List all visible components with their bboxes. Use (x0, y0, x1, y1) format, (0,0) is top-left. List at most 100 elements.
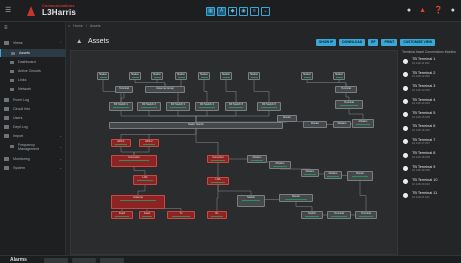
diagram-node[interactable]: Modem (247, 155, 267, 163)
print-button[interactable]: PRINT (381, 39, 398, 46)
diagram-node-label: Modem (358, 120, 368, 123)
diagram-node[interactable]: HPA 1 (111, 139, 131, 147)
legend-list: TB Terminal 1 10.128.11.001 TB Terminal 21… (402, 57, 459, 204)
legend-item[interactable]: TB Terminal 9 10.128.19.009 (402, 165, 459, 178)
legend-item[interactable]: TB Terminal 10 10.128.20.010 (402, 178, 459, 191)
diagram-node[interactable]: RF Switch 2 (137, 102, 161, 111)
diagram-node[interactable]: Modem (324, 171, 342, 179)
diagram-node[interactable]: Antenna (111, 195, 165, 209)
eye-icon[interactable]: ◉ (239, 7, 248, 16)
alarm-tab[interactable] (100, 257, 124, 263)
show-ip-button[interactable]: SHOW IP (316, 39, 337, 46)
diagram-node[interactable]: Modem (333, 121, 351, 128)
tag-icon[interactable]: ◆ (228, 7, 237, 16)
user-icon[interactable]: ● (451, 7, 455, 14)
menu-icon[interactable]: ≡ (4, 25, 8, 31)
sidebar-item-label: Frequency Management (18, 142, 39, 151)
sidebar-item-active-circuits[interactable]: Active Circuits (0, 67, 66, 75)
sidebar-item-users[interactable]: Users (0, 114, 66, 122)
diagram-node[interactable]: Router (347, 171, 373, 181)
diagram-node[interactable]: RF Switch 1 (109, 102, 133, 111)
legend-item[interactable]: TB Terminal 4 10.128.14.004 (402, 98, 459, 111)
diagram-node[interactable]: LNA (207, 177, 229, 185)
home-icon[interactable]: ⌂ (68, 24, 70, 28)
diagram-node[interactable]: Modem (352, 119, 374, 128)
diagram-node[interactable]: RF Switch 6 (257, 102, 281, 111)
diagram-node[interactable]: Converter (111, 155, 157, 167)
legend-item[interactable]: TB Terminal 7 10.128.17.007 (402, 138, 459, 151)
diagram-node[interactable]: Station (97, 72, 109, 80)
sidebar-item-system[interactable]: System ⌄ (0, 164, 66, 172)
legend-item[interactable]: TB Terminal 11 10.128.21.011 (402, 191, 459, 204)
sidebar-item-assets[interactable]: Assets (0, 49, 66, 57)
help-icon[interactable]: ❓ (434, 6, 443, 14)
notifications-icon[interactable]: ● (407, 7, 411, 14)
legend-item[interactable]: TB Terminal 8 10.128.18.008 (402, 151, 459, 164)
chevron-icon[interactable]: ⌄ (261, 7, 270, 16)
diagram-node[interactable]: Station (248, 72, 260, 80)
network-icon[interactable]: ≡ (250, 7, 259, 16)
sidebar-item-links[interactable]: Links (0, 76, 66, 84)
diagram-node[interactable]: Antenna Group (145, 86, 185, 93)
diagram-node[interactable]: HPA 2 (139, 139, 159, 147)
status-dot-icon (403, 72, 408, 78)
alarms-title[interactable]: Alarms (10, 257, 27, 263)
customize-view-button[interactable]: CUSTOMIZE VIEW (400, 39, 436, 46)
diagram-node[interactable]: Terminal (355, 211, 377, 219)
diagram-node[interactable]: Modem (269, 161, 291, 169)
diagram-node[interactable]: Tx (167, 211, 195, 219)
diagram-node[interactable]: Feed (139, 211, 155, 219)
diagram-node[interactable]: Station (220, 72, 232, 80)
legend-item[interactable]: TB Terminal 5 10.128.15.005 (402, 111, 459, 124)
diagram-node[interactable]: LNA (133, 175, 157, 185)
diagram-node[interactable]: Terminal (115, 86, 133, 93)
sidebar-item-dept-log[interactable]: Dept Log (0, 123, 66, 131)
download-button[interactable]: DOWNLOAD (339, 39, 366, 46)
asset-diagram-canvas[interactable]: Station Station Station Station Station Stati… (70, 50, 398, 255)
diagram-node[interactable]: Station (151, 72, 163, 80)
diagram-node[interactable]: Modem (301, 169, 319, 177)
text-icon[interactable]: A (217, 7, 226, 16)
sidebar-item-network[interactable]: Network (0, 85, 66, 93)
diagram-node[interactable]: Rx (207, 211, 227, 219)
diagram-node[interactable]: Station (333, 72, 345, 80)
diagram-node[interactable]: Terminal (335, 100, 363, 109)
legend-item[interactable]: TB Terminal 2 10.128.12.002 (402, 71, 459, 84)
diagram-node[interactable]: Router (303, 121, 327, 128)
sidebar-item-dashboard[interactable]: Dashboard (0, 58, 66, 66)
diagram-node[interactable]: Converter (207, 155, 229, 163)
sidebar-item-views[interactable]: Views ⌃ (0, 39, 66, 47)
diagram-node[interactable]: Switch (237, 195, 265, 207)
diagram-node[interactable]: RF Switch 5 (225, 102, 247, 111)
diagram-node[interactable]: RF Switch 3 (166, 102, 190, 111)
sidebar-item-import[interactable]: Import ⌄ (0, 132, 66, 140)
hamburger-menu-icon[interactable]: ☰ (5, 6, 11, 14)
diagram-node[interactable]: Terminal (327, 211, 351, 219)
diagram-node[interactable]: Terminal (335, 86, 357, 93)
sidebar-item-circuit-info[interactable]: Circuit Info (0, 105, 66, 113)
legend-item[interactable]: TB Terminal 6 10.128.16.006 (402, 124, 459, 137)
breadcrumb-home[interactable]: Home (73, 24, 83, 28)
alarm-tab[interactable] (44, 257, 68, 263)
diagram-node[interactable]: Matrix Switch (109, 122, 283, 129)
diagram-node-label: HPA 2 (145, 140, 153, 143)
diagram-node[interactable]: Station (175, 72, 187, 80)
alarm-tab[interactable] (72, 257, 96, 263)
sidebar-item-monitoring[interactable]: Monitoring ⌄ (0, 155, 66, 163)
grid-icon[interactable]: ▦ (206, 7, 215, 16)
diagram-node[interactable]: Station (301, 72, 313, 80)
diagram-node[interactable]: Feed (111, 211, 133, 219)
rf-button[interactable]: RF (368, 39, 379, 46)
diagram-node[interactable]: Router (279, 194, 313, 202)
sidebar-item-event-log[interactable]: Event Log (0, 96, 66, 104)
diagram-node[interactable]: RF Switch 4 (195, 102, 219, 111)
diagram-node-label: Rx (215, 212, 219, 215)
diagram-node[interactable]: Station (198, 72, 210, 80)
diagram-node[interactable]: Router (277, 115, 297, 122)
diagram-node[interactable]: Switch (301, 211, 323, 219)
sidebar-item-frequency-management[interactable]: Frequency Management ⌄ (0, 141, 66, 152)
diagram-node[interactable]: Station (129, 72, 141, 80)
legend-item[interactable]: TB Terminal 3 10.128.13.003 (402, 84, 459, 97)
legend-item[interactable]: TB Terminal 1 10.128.11.001 (402, 57, 459, 70)
alert-icon[interactable]: ▲ (419, 7, 426, 14)
